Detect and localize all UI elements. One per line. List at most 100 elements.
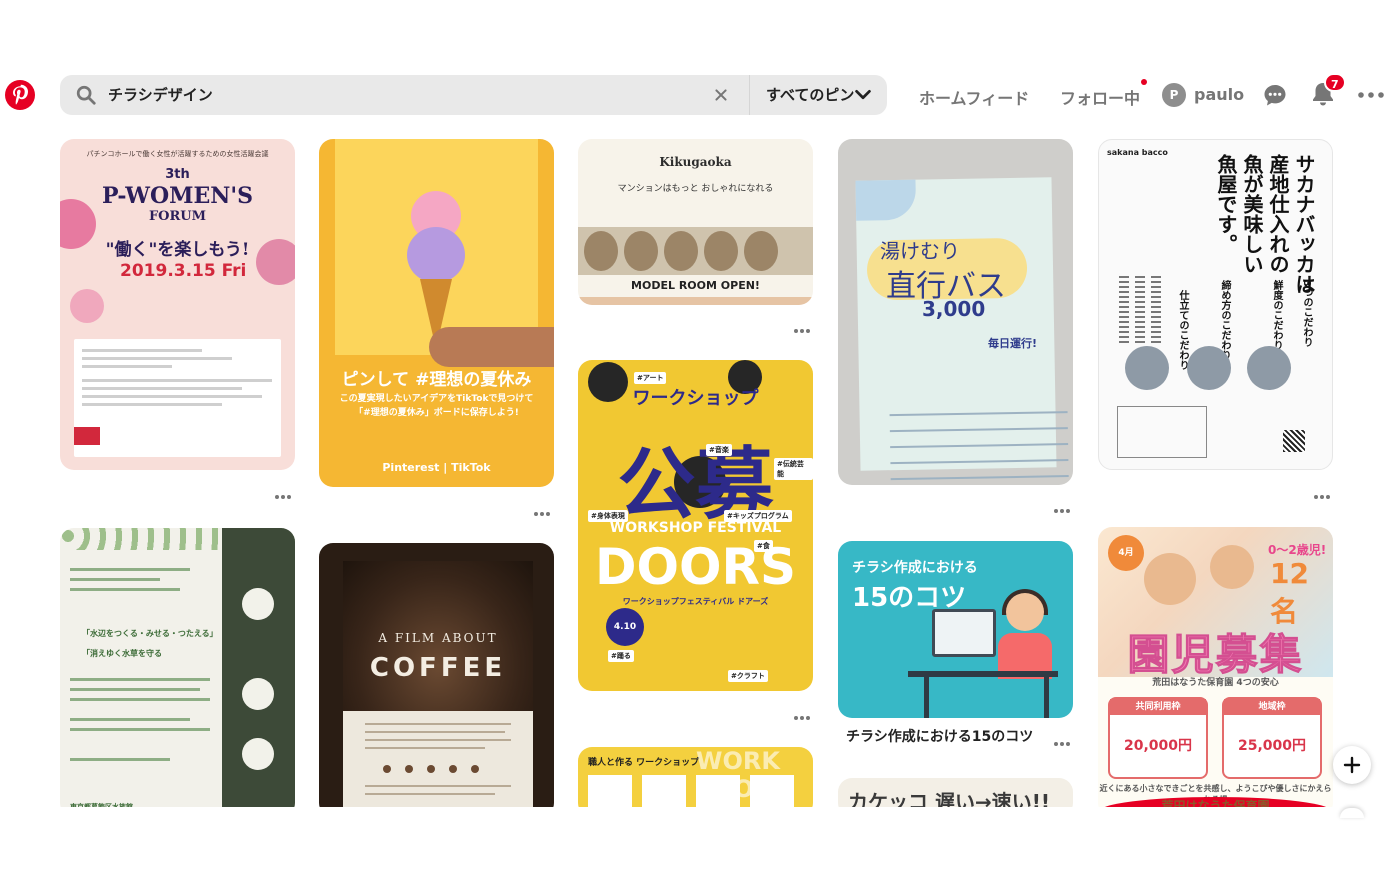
text-line	[365, 731, 505, 733]
notification-badge: 7	[1324, 73, 1346, 92]
pin-festival-name: WORKSHOP FESTIVAL	[609, 520, 782, 536]
fee-box-value: 20,000円	[1123, 738, 1193, 754]
pin-flyer-tips[interactable]: チラシ作成における 15のコツ	[838, 541, 1073, 718]
store-map	[1117, 406, 1207, 458]
fee-box-header: 共同利用枠	[1110, 699, 1206, 715]
text-line	[70, 578, 160, 581]
pin-body	[74, 339, 281, 457]
pin-title: COFFEE	[369, 653, 507, 683]
pin-tag: #クラフト	[728, 670, 768, 682]
message-icon[interactable]	[1262, 82, 1288, 108]
monitor-graphic	[932, 609, 996, 657]
text-line	[70, 698, 210, 701]
fee-box: 地域枠 25,000円	[1222, 697, 1322, 779]
pin-p-womens-forum[interactable]: パチンコホールで働く女性が活躍するための女性活躍会議 3th P-WOMEN'S…	[60, 139, 295, 470]
pin-tag: #音楽	[706, 444, 732, 456]
text-column	[1151, 276, 1161, 346]
pin-tag: #伝統芸能	[774, 458, 813, 480]
pin-aquarium-flyer[interactable]: 「水辺をつくる・みせる・つたえる」 「消えゆく水草を守る 東京都葛飾区水族館	[60, 528, 295, 817]
pin-slogan: "働く"を楽しもう!	[105, 240, 250, 260]
pin-text: この夏実現したいアイデアをTikTokで見つけて	[339, 394, 534, 404]
pin-more-icon[interactable]	[1054, 498, 1078, 513]
pin-vertical-text: 魚が美味しい	[1240, 154, 1264, 274]
pin-tag: #身体表現	[588, 510, 628, 522]
pin-text: 「#理想の夏休み」ボードに保存しよう!	[354, 408, 519, 418]
pin-more-icon[interactable]	[1054, 731, 1078, 746]
pin-direct-bus[interactable]: 湯けむり 直行バス 3,000 毎日運行!	[838, 139, 1073, 485]
text-line	[365, 785, 511, 787]
text-line	[365, 793, 495, 795]
pin-summer-vacation[interactable]: ピンして #理想の夏休み この夏実現したいアイデアをTikTokで見つけて 「#…	[319, 139, 554, 487]
pin-brand: sakana bacco	[1107, 148, 1168, 157]
pin-tag: #食	[754, 540, 773, 552]
search-bar[interactable]: チラシデザイン すべてのピン	[60, 75, 887, 115]
flyer-paper	[855, 177, 1069, 481]
pin-headline: マンションはもっと おしゃれになれる	[617, 184, 774, 194]
pin-title: 園児募集	[1127, 630, 1304, 680]
search-input[interactable]: チラシデザイン	[108, 84, 213, 105]
pin-more-icon[interactable]	[534, 501, 558, 516]
pin-subtitle: ワークショップフェスティバル ドアーズ	[622, 597, 769, 606]
pin-sakana-bacco[interactable]: sakana bacco サカナバッカは 産地仕入れの 魚が美味しい 魚屋です。…	[1098, 139, 1333, 470]
pin-subtitle: 荒田はなうた保育園 4つの安心	[1152, 678, 1279, 688]
text-line	[70, 588, 180, 591]
text-line	[365, 723, 511, 725]
pin-footer-strip	[578, 297, 813, 305]
pin-more-icon[interactable]	[794, 318, 818, 333]
text-column	[1135, 276, 1145, 346]
pin-more-icon[interactable]	[794, 705, 818, 720]
pin-tag: #アート	[634, 372, 667, 384]
text-line	[70, 688, 200, 691]
pin-vertical-text: 産地仕入れの	[1266, 154, 1290, 274]
pin-vertical-sub: 鮮度のこだわり	[1271, 280, 1282, 350]
following-new-dot	[1141, 79, 1147, 85]
fish-photo	[1125, 346, 1169, 390]
pin-vertical-sub: 仕立てのこだわり	[1177, 290, 1188, 370]
pin-title: P-WOMEN'S	[102, 183, 253, 209]
pin-title: 職人と作る ワークショップ	[588, 758, 700, 768]
pin-caption[interactable]: チラシ作成における15のコツ	[846, 726, 1033, 746]
clear-icon[interactable]	[710, 84, 732, 106]
search-divider	[749, 75, 750, 115]
pin-price: 3,000	[922, 297, 986, 321]
flower-decoration	[70, 289, 104, 323]
text-line	[70, 758, 170, 761]
nav-following[interactable]: フォロー中	[1060, 85, 1140, 109]
pin-date: 2019.3.15 Fri	[120, 261, 247, 281]
coffee-bean-icon	[405, 765, 413, 773]
help-button[interactable]	[1340, 808, 1364, 818]
top-bar: チラシデザイン すべてのピン ホームフィード フォロー中 P paulo 7	[0, 70, 1400, 120]
nav-home-feed[interactable]: ホームフィード	[919, 85, 1029, 109]
pin-coffee-film[interactable]: A FILM ABOUT COFFEE	[319, 543, 554, 817]
pinterest-logo-icon[interactable]	[5, 80, 35, 110]
more-icon[interactable]	[1357, 85, 1385, 105]
avatar[interactable]: P	[1162, 83, 1186, 107]
pin-brand-logos: Pinterest | TikTok	[382, 461, 491, 474]
fee-box-header: 地域枠	[1224, 699, 1320, 715]
pin-title-small: 湯けむり	[880, 239, 960, 263]
create-pin-button[interactable]	[1333, 746, 1371, 784]
pin-vertical-text: サカナバッカは	[1292, 154, 1316, 294]
pin-workshop-festival[interactable]: ワークショップ 公募 WORKSHOP FESTIVAL DOORS ワークショ…	[578, 360, 813, 691]
pin-mansion-flyer[interactable]: Kikugaoka マンションはもっと おしゃれになれる MODEL ROOM …	[578, 139, 813, 305]
coffee-bean-icon	[427, 765, 435, 773]
pin-more-icon[interactable]	[1314, 484, 1338, 499]
pin-brand: Kikugaoka	[659, 155, 732, 169]
text-line	[70, 568, 190, 571]
pin-vertical-text: 魚屋です。	[1214, 154, 1238, 254]
timetable	[889, 411, 1069, 485]
text-line	[365, 747, 485, 749]
text-line	[70, 728, 210, 731]
pin-more-icon[interactable]	[275, 484, 299, 499]
pin-subtitle: パチンコホールで働く女性が活躍するための女性活躍会議	[86, 150, 269, 158]
pin-month-badge: 4月	[1108, 535, 1144, 571]
profile-username[interactable]: paulo	[1194, 85, 1244, 104]
coffee-bean-icon	[449, 765, 457, 773]
pin-vertical-sub: 3つのこだわり	[1301, 280, 1312, 347]
pin-nursery-recruit[interactable]: 4月 0〜2歳児! 12名 園児募集 荒田はなうた保育園 4つの安心 共同利用枠…	[1098, 527, 1333, 817]
desk-leg	[1044, 677, 1049, 718]
chevron-down-icon[interactable]	[852, 84, 874, 106]
pin-daily: 毎日運行!	[988, 337, 1038, 350]
filter-dropdown[interactable]: すべてのピン	[766, 84, 854, 105]
person-graphic	[1006, 593, 1044, 631]
